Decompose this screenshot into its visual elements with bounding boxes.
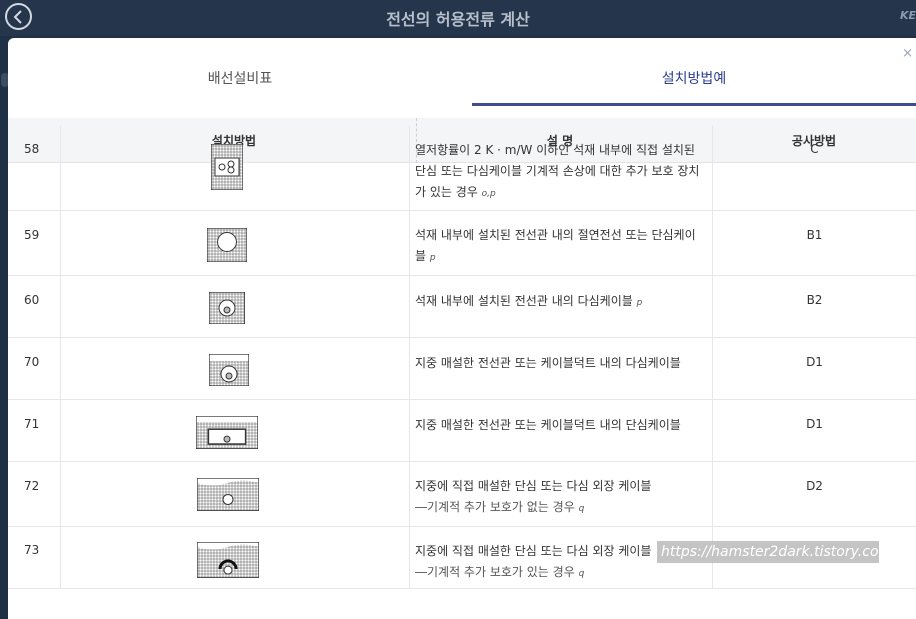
buried-duct-multi-icon	[208, 353, 250, 390]
table-row: 58 열저항률이 2 K · m/W 이하인 석재 내부에 직접 설치된단심 또는…	[8, 126, 916, 211]
row-number: 60	[24, 293, 40, 307]
tab-wiring-table[interactable]: 배선설비표	[8, 68, 472, 88]
cell-divider	[60, 462, 61, 527]
cell-divider	[712, 126, 713, 211]
row-description: 석재 내부에 설치된 전선관 내의 절연전선 또는 단심케이블 p	[415, 225, 711, 269]
description-text: 지중 매설한 전선관 또는 케이블덕트 내의 단심케이블	[415, 418, 681, 432]
footnote-marker: q	[578, 504, 585, 514]
footnote-marker: p	[429, 253, 436, 263]
description-text: 지중에 직접 매설한 단심 또는 다심 외장 케이블	[415, 479, 652, 493]
row-number: 70	[24, 355, 40, 369]
description-line: 단심 또는 다심케이블 기계적 손상에 대한 추가 보호 장치	[415, 161, 711, 182]
work-method-code: D1	[806, 417, 823, 431]
brand-logo: KE	[899, 9, 916, 22]
cell-divider	[60, 126, 61, 211]
description-line: 블 p	[415, 246, 711, 269]
conduit-in-masonry-single-icon	[206, 227, 248, 266]
description-text: 지중 매설한 전선관 또는 케이블덕트 내의 다심케이블	[415, 356, 681, 370]
description-text: ―기계적 추가 보호가 없는 경우	[415, 500, 575, 514]
description-line: 가 있는 경우 o,p	[415, 182, 711, 205]
row-description: 열저항률이 2 K · m/W 이하인 석재 내부에 직접 설치된단심 또는 다…	[415, 140, 711, 205]
watermark: https://hamster2dark.tistory.com	[657, 541, 892, 563]
footnote-marker: q	[578, 569, 585, 579]
description-line: 지중 매설한 전선관 또는 케이블덕트 내의 다심케이블	[415, 353, 711, 374]
background-panel	[0, 36, 8, 619]
header-overlap-strip	[418, 118, 708, 126]
row-number: 59	[24, 228, 40, 242]
description-text: 석재 내부에 설치된 전선관 내의 다심케이블	[415, 294, 633, 308]
row-number: 58	[24, 142, 40, 156]
cell-divider	[712, 400, 713, 462]
footnote-marker: p	[636, 298, 643, 308]
table-row: 71 지중 매설한 전선관 또는 케이블덕트 내의 단심케이블 D1	[8, 400, 916, 462]
description-text: 가 있는 경우	[415, 185, 478, 199]
description-line: 지중 매설한 전선관 또는 케이블덕트 내의 단심케이블	[415, 415, 711, 436]
table-row: 70 지중 매설한 전선관 또는 케이블덕트 내의 다심케이블 D1	[8, 338, 916, 400]
cell-divider	[712, 276, 713, 338]
row-description: 지중 매설한 전선관 또는 케이블덕트 내의 다심케이블	[415, 353, 711, 374]
description-text: 지중에 직접 매설한 단심 또는 다심 외장 케이블	[415, 544, 652, 558]
cell-divider	[409, 400, 410, 462]
table-row: 59 석재 내부에 설치된 전선관 내의 절연전선 또는 단심케이블 p B1	[8, 211, 916, 276]
cell-divider	[60, 276, 61, 338]
direct-buried-protected-icon	[196, 541, 260, 582]
description-text: ―기계적 추가 보호가 있는 경우	[415, 565, 575, 579]
work-method-code: C	[810, 142, 819, 156]
cell-divider	[60, 211, 61, 276]
work-method-code: B2	[806, 293, 823, 307]
description-line: 석재 내부에 설치된 전선관 내의 절연전선 또는 단심케이	[415, 225, 711, 246]
direct-buried-unprotected-icon	[196, 477, 260, 515]
cell-divider	[60, 400, 61, 462]
app-header: 전선의 허용전류 계산 KE	[0, 0, 916, 36]
cell-divider	[409, 338, 410, 400]
description-line: ―기계적 추가 보호가 없는 경우 q	[415, 497, 711, 520]
table-row: 60 석재 내부에 설치된 전선관 내의 다심케이블 p B2	[8, 276, 916, 338]
cell-divider	[60, 338, 61, 400]
row-description: 지중 매설한 전선관 또는 케이블덕트 내의 단심케이블	[415, 415, 711, 436]
description-line: 지중에 직접 매설한 단심 또는 다심 외장 케이블	[415, 476, 711, 497]
row-number: 72	[24, 479, 40, 493]
work-method-code: D2	[806, 479, 823, 493]
description-line: ―기계적 추가 보호가 있는 경우 q	[415, 562, 711, 585]
description-line: 석재 내부에 설치된 전선관 내의 다심케이블 p	[415, 291, 711, 314]
cell-divider	[712, 211, 713, 276]
cable-in-masonry-protected-icon	[210, 143, 244, 194]
page-title: 전선의 허용전류 계산	[386, 10, 530, 29]
row-number: 73	[24, 543, 40, 557]
cell-divider	[409, 276, 410, 338]
footnote-marker: o,p	[481, 189, 496, 199]
modal-dialog: × 배선설비표 설치방법예 설치방법 설 명 공사방법 58 열저항률이 2 K …	[8, 38, 916, 619]
cell-divider	[409, 462, 410, 527]
tab-bar: 배선설비표 설치방법예	[8, 38, 916, 106]
row-number: 71	[24, 417, 40, 431]
active-tab-indicator	[472, 103, 916, 106]
work-method-code: B1	[806, 228, 823, 242]
cell-divider	[409, 211, 410, 276]
work-method-code: D1	[806, 355, 823, 369]
tab-installation-examples[interactable]: 설치방법예	[472, 68, 916, 88]
description-text: 열저항률이 2 K · m/W 이하인 석재 내부에 직접 설치된	[415, 143, 695, 157]
description-text: 석재 내부에 설치된 전선관 내의 절연전선 또는 단심케이	[415, 228, 696, 242]
row-description: 석재 내부에 설치된 전선관 내의 다심케이블 p	[415, 291, 711, 314]
buried-duct-single-icon	[195, 415, 259, 453]
table-row: 72 지중에 직접 매설한 단심 또는 다심 외장 케이블 ―기계적 추가 보호가 …	[8, 462, 916, 527]
cell-divider	[409, 527, 410, 589]
cell-divider	[409, 126, 410, 211]
cell-divider	[712, 338, 713, 400]
cell-divider	[60, 527, 61, 589]
conduit-in-masonry-multi-icon	[208, 291, 246, 328]
description-text: 단심 또는 다심케이블 기계적 손상에 대한 추가 보호 장치	[415, 164, 700, 178]
row-description: 지중에 직접 매설한 단심 또는 다심 외장 케이블 ―기계적 추가 보호가 없는…	[415, 476, 711, 520]
description-text: 블	[415, 249, 427, 263]
cell-divider	[712, 462, 713, 527]
description-line: 열저항률이 2 K · m/W 이하인 석재 내부에 직접 설치된	[415, 140, 711, 161]
